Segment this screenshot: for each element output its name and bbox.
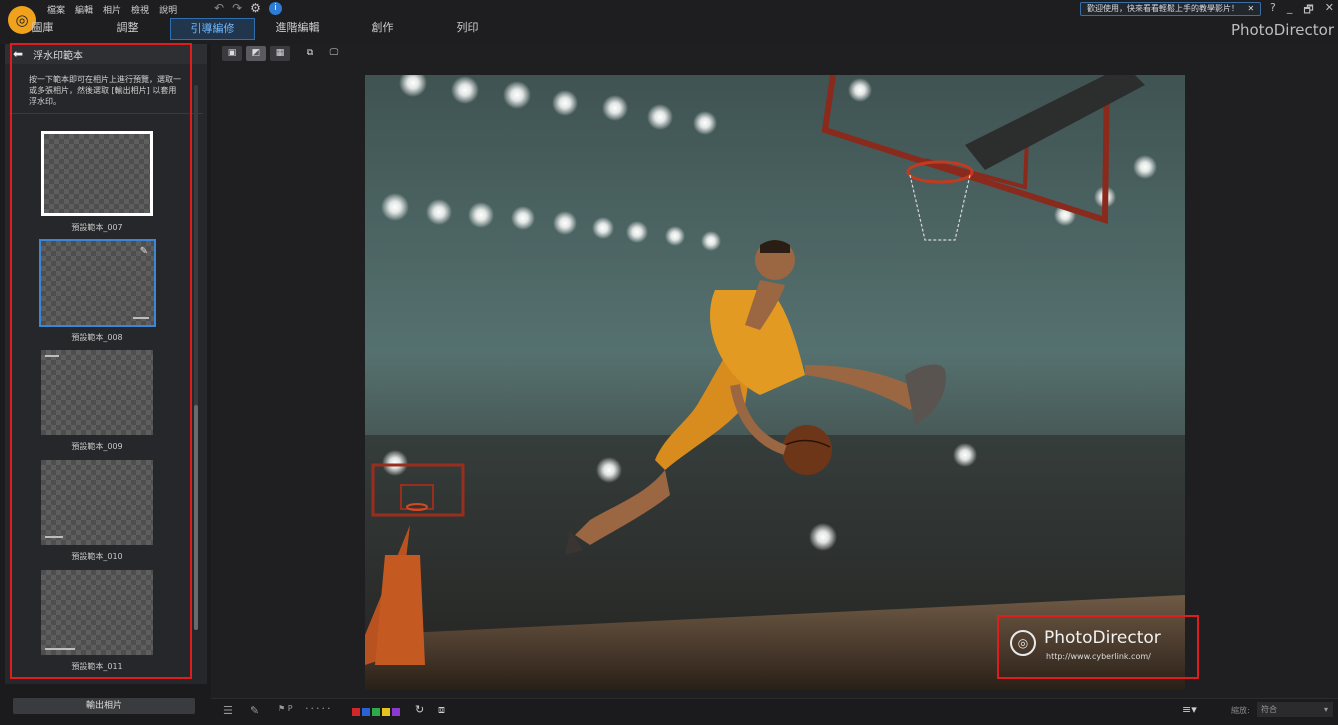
tab-guided-edit[interactable]: 引導編修 bbox=[170, 18, 255, 40]
menu-icon[interactable]: ≡▾ bbox=[1182, 703, 1197, 716]
settings-icon[interactable]: ⚙ bbox=[250, 1, 261, 15]
tab-adjust[interactable]: 調整 bbox=[85, 18, 170, 40]
color-label-green[interactable] bbox=[372, 708, 380, 716]
welcome-text: 歡迎使用，快來看看輕鬆上手的教學影片！ bbox=[1087, 4, 1239, 13]
brush-icon[interactable]: ✎ bbox=[250, 704, 259, 717]
zoom-value: 符合 bbox=[1261, 705, 1277, 714]
restore-button[interactable]: 🗗 bbox=[1303, 1, 1313, 20]
single-view-icon[interactable]: ▣ bbox=[222, 46, 242, 61]
minimize-button[interactable]: _ bbox=[1287, 1, 1293, 20]
list-icon[interactable]: ☰ bbox=[223, 704, 233, 717]
close-button[interactable]: ✕ bbox=[1325, 1, 1334, 20]
crop-view-icon[interactable]: ⧈ bbox=[438, 703, 445, 717]
help-button[interactable]: ? bbox=[1270, 1, 1276, 20]
color-label-blue[interactable] bbox=[362, 708, 370, 716]
basketball-photo bbox=[365, 75, 1185, 690]
photo-canvas[interactable] bbox=[365, 75, 1185, 690]
redo-icon[interactable]: ↷ bbox=[232, 1, 242, 15]
flag-icon[interactable]: ⚑ P bbox=[278, 704, 293, 713]
template-scrollbar-thumb[interactable] bbox=[194, 405, 198, 630]
info-icon[interactable]: i bbox=[268, 1, 282, 15]
monitor-icon[interactable]: 🖵 bbox=[324, 46, 344, 61]
color-label-red[interactable] bbox=[352, 708, 360, 716]
tab-create[interactable]: 創作 bbox=[340, 18, 425, 40]
undo-icon[interactable]: ↶ bbox=[214, 1, 224, 15]
title-bar: ◎ 檔案 編輯 相片 檢視 說明 ↶ ↷ ⚙ i 圖庫 調整 引導編修 進階編輯… bbox=[0, 0, 1338, 44]
view-mode-toolbar: ▣ ◩ ▦ ⧉ 🖵 bbox=[222, 46, 344, 61]
grid-view-icon[interactable]: ▦ bbox=[270, 46, 290, 61]
rotate-icon[interactable]: ↻ bbox=[415, 703, 424, 716]
menu-help[interactable]: 說明 bbox=[159, 3, 177, 16]
rating-dots[interactable]: ····· bbox=[305, 702, 332, 715]
menu-bar: 檔案 編輯 相片 檢視 說明 bbox=[47, 3, 177, 16]
fit-view-icon[interactable]: ◩ bbox=[246, 46, 266, 61]
zoom-label: 縮放: bbox=[1231, 706, 1250, 715]
close-icon[interactable]: ✕ bbox=[1248, 4, 1255, 13]
highlight-box-templates bbox=[10, 43, 192, 679]
export-photo-button[interactable]: 輸出相片 bbox=[13, 698, 195, 714]
color-label-yellow[interactable] bbox=[382, 708, 390, 716]
quick-toolbar: ↶ ↷ ⚙ i bbox=[214, 1, 282, 15]
color-label-purple[interactable] bbox=[392, 708, 400, 716]
welcome-banner[interactable]: 歡迎使用，快來看看輕鬆上手的教學影片！ ✕ bbox=[1080, 2, 1262, 16]
highlight-box-watermark bbox=[997, 615, 1199, 679]
compare-view-icon[interactable]: ⧉ bbox=[300, 46, 320, 61]
module-tabs: 圖庫 調整 引導編修 進階編輯 創作 列印 bbox=[0, 18, 510, 40]
menu-photo[interactable]: 相片 bbox=[103, 3, 121, 16]
zoom-select[interactable]: 符合 ▾ bbox=[1257, 702, 1333, 717]
bottom-toolbar bbox=[211, 698, 1338, 725]
chevron-down-icon: ▾ bbox=[1323, 705, 1328, 714]
menu-view[interactable]: 檢視 bbox=[131, 3, 149, 16]
tab-print[interactable]: 列印 bbox=[425, 18, 510, 40]
menu-edit[interactable]: 編輯 bbox=[75, 3, 93, 16]
window-controls: ? _ 🗗 ✕ bbox=[1270, 1, 1334, 20]
tab-advanced-edit[interactable]: 進階編輯 bbox=[255, 18, 340, 40]
brand-title: PhotoDirector bbox=[1230, 21, 1334, 39]
tab-library[interactable]: 圖庫 bbox=[0, 18, 85, 40]
menu-file[interactable]: 檔案 bbox=[47, 3, 65, 16]
